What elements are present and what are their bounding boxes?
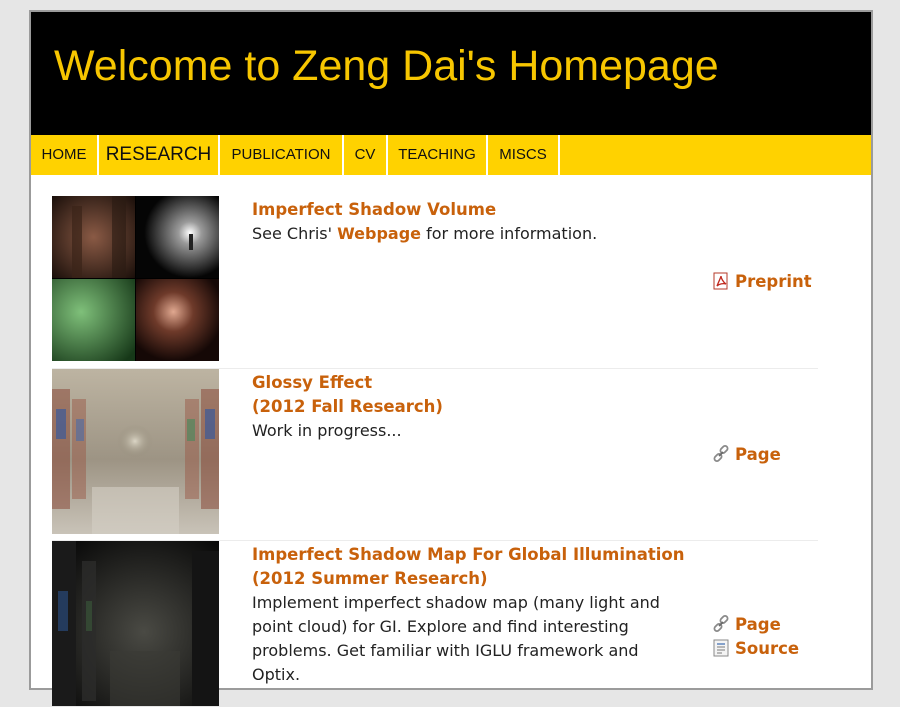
project-subtitle: (2012 Fall Research): [252, 397, 443, 416]
page-link[interactable]: Page: [712, 613, 781, 640]
project-thumbnail[interactable]: [52, 369, 219, 534]
webpage-link[interactable]: Webpage: [337, 224, 421, 243]
preprint-link[interactable]: Preprint: [712, 270, 812, 297]
site-header: Welcome to Zeng Dai's Homepage: [31, 12, 871, 135]
nav-item-publication[interactable]: PUBLICATION: [220, 135, 344, 175]
page-label: Page: [735, 445, 781, 464]
page-label: Page: [735, 615, 781, 634]
nav-item-home[interactable]: HOME: [31, 135, 99, 175]
desc-line: problems. Get familiar with IGLU framewo…: [252, 641, 639, 660]
project-row-imperfect-shadow-volume: Imperfect Shadow Volume See Chris' Webpa…: [52, 196, 818, 362]
pdf-icon: [712, 272, 730, 297]
project-text: Imperfect Shadow Map For Global Illumina…: [252, 543, 692, 687]
project-title[interactable]: Imperfect Shadow Map For Global Illumina…: [252, 543, 692, 567]
page-frame: Welcome to Zeng Dai's Homepage HOME RESE…: [29, 10, 873, 706]
source-label: Source: [735, 639, 800, 658]
chain-link-icon: [712, 445, 730, 470]
desc-line: Optix.: [252, 665, 301, 684]
nav-item-teaching[interactable]: TEACHING: [388, 135, 488, 175]
desc-line: point cloud) for GI. Explore and find in…: [252, 617, 629, 636]
nav-item-miscs[interactable]: MISCS: [488, 135, 560, 175]
desc-text: for more information.: [421, 224, 598, 243]
site-title: Welcome to Zeng Dai's Homepage: [54, 42, 719, 90]
desc-line: Implement imperfect shadow map (many lig…: [252, 593, 660, 612]
project-title[interactable]: Glossy Effect: [252, 371, 692, 395]
project-text: Glossy Effect (2012 Fall Research) Work …: [252, 371, 692, 443]
desc-text: See Chris': [252, 224, 338, 243]
nav-item-cv[interactable]: CV: [344, 135, 388, 175]
project-subtitle: (2012 Summer Research): [252, 569, 488, 588]
preprint-label: Preprint: [735, 272, 812, 291]
project-text: Imperfect Shadow Volume See Chris' Webpa…: [252, 198, 692, 246]
project-row-imperfect-shadow-map: Imperfect Shadow Map For Global Illumina…: [52, 541, 818, 707]
nav-bar: HOME RESEARCH PUBLICATION CV TEACHING MI…: [31, 135, 871, 175]
source-link[interactable]: Source: [712, 637, 799, 664]
page-link[interactable]: Page: [712, 443, 781, 470]
project-description: See Chris' Webpage for more information.: [252, 222, 692, 246]
project-title[interactable]: Imperfect Shadow Volume: [252, 198, 692, 222]
document-icon: [712, 639, 730, 664]
project-description: Work in progress...: [252, 421, 402, 440]
project-thumbnail[interactable]: [52, 541, 219, 706]
project-description: Implement imperfect shadow map (many lig…: [252, 591, 692, 687]
nav-item-research[interactable]: RESEARCH: [99, 135, 220, 175]
project-thumbnail[interactable]: [52, 196, 219, 361]
project-row-glossy-effect: Glossy Effect (2012 Fall Research) Work …: [52, 369, 818, 535]
